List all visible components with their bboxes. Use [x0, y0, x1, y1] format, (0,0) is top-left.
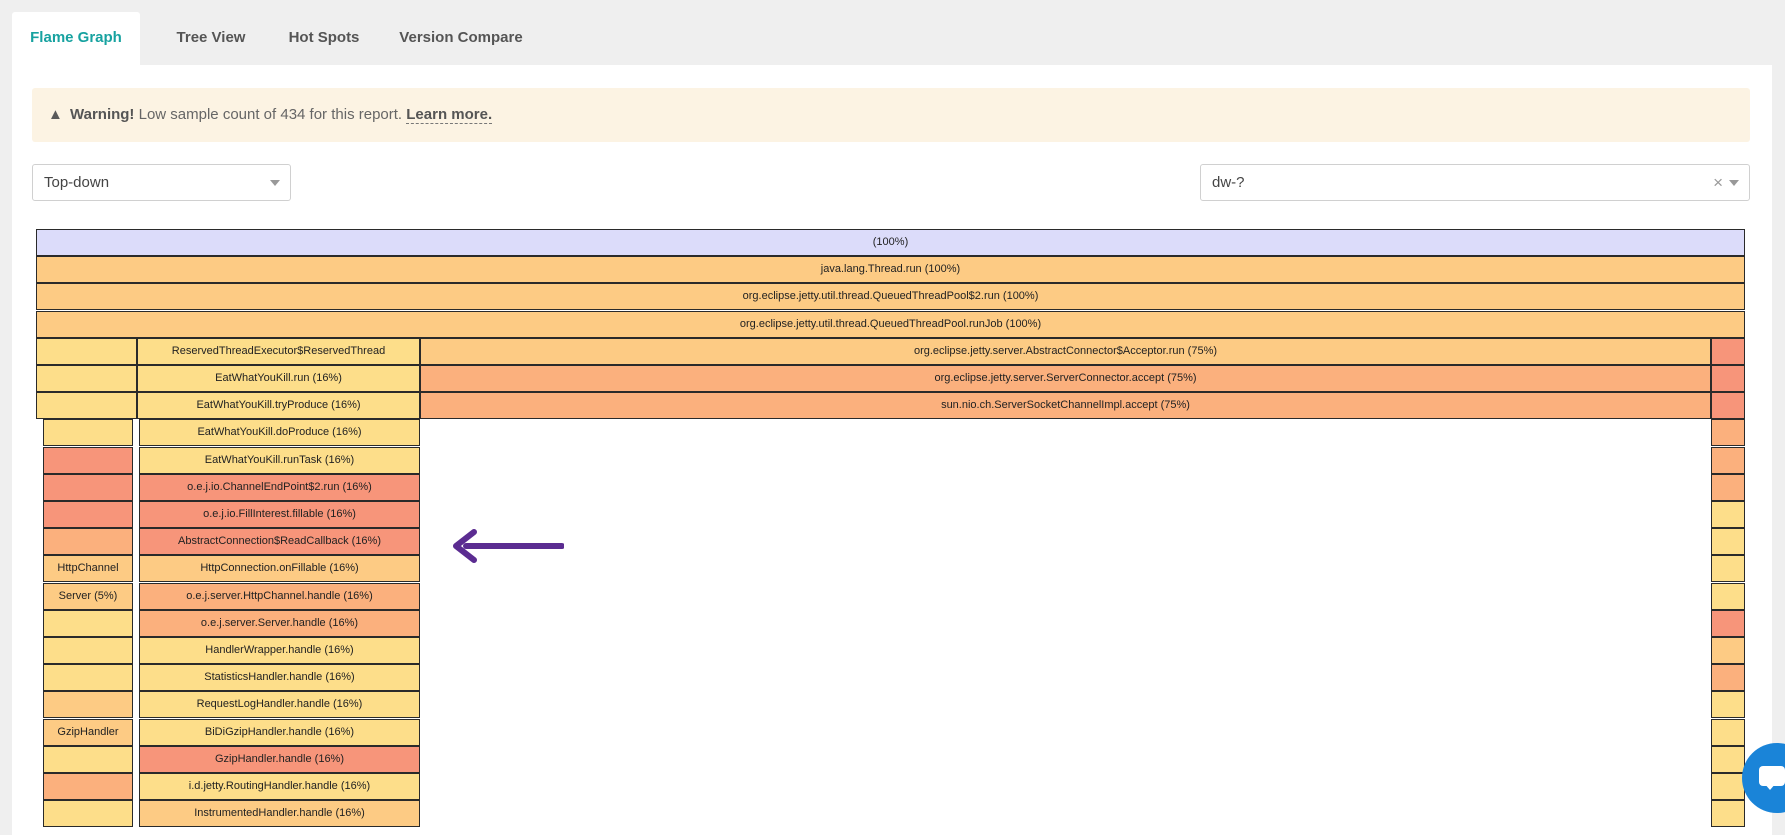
- flame-frame[interactable]: [36, 365, 137, 392]
- flame-frame[interactable]: EatWhatYouKill.doProduce (16%): [139, 419, 420, 446]
- flame-frame[interactable]: o.e.j.io.ChannelEndPoint$2.run (16%): [139, 474, 420, 501]
- flame-frame[interactable]: EatWhatYouKill.runTask (16%): [139, 447, 420, 474]
- flame-frame[interactable]: [1711, 555, 1745, 582]
- flame-frame[interactable]: Server (5%): [43, 583, 133, 610]
- flame-frame[interactable]: ReservedThreadExecutor$ReservedThread: [137, 338, 420, 365]
- flame-frame[interactable]: [1711, 419, 1745, 446]
- flame-frame[interactable]: [1711, 746, 1745, 773]
- annotation-arrow-icon: [453, 529, 564, 563]
- flame-frame[interactable]: org.eclipse.jetty.util.thread.QueuedThre…: [36, 311, 1745, 338]
- flame-frame[interactable]: HttpChannel: [43, 555, 133, 582]
- flame-frame[interactable]: HandlerWrapper.handle (16%): [139, 637, 420, 664]
- flame-frame[interactable]: [1711, 691, 1745, 718]
- flame-frame[interactable]: [36, 392, 137, 419]
- flame-frame[interactable]: [1711, 637, 1745, 664]
- flame-frame[interactable]: [1711, 528, 1745, 555]
- flame-graph: (100%) java.lang.Thread.run (100%) org.ecl…: [0, 0, 1785, 827]
- flame-frame[interactable]: [1711, 719, 1745, 746]
- flame-frame[interactable]: RequestLogHandler.handle (16%): [139, 691, 420, 718]
- flame-frame[interactable]: org.eclipse.jetty.server.ServerConnector…: [420, 365, 1711, 392]
- flame-frame[interactable]: [1711, 501, 1745, 528]
- flame-frame[interactable]: [1711, 392, 1745, 419]
- flame-frame[interactable]: [43, 419, 133, 446]
- flame-frame[interactable]: [1711, 583, 1745, 610]
- flame-frame[interactable]: org.eclipse.jetty.util.thread.QueuedThre…: [36, 283, 1745, 310]
- flame-frame[interactable]: [43, 691, 133, 718]
- flame-frame[interactable]: [43, 528, 133, 555]
- flame-frame[interactable]: [36, 338, 137, 365]
- flame-frame[interactable]: [1711, 365, 1745, 392]
- flame-frame[interactable]: GzipHandler.handle (16%): [139, 746, 420, 773]
- flame-frame[interactable]: [43, 664, 133, 691]
- flame-frame[interactable]: (100%): [36, 229, 1745, 256]
- flame-frame[interactable]: StatisticsHandler.handle (16%): [139, 664, 420, 691]
- flame-frame[interactable]: [43, 746, 133, 773]
- flame-frame[interactable]: AbstractConnection$ReadCallback (16%): [139, 528, 420, 555]
- flame-frame[interactable]: [43, 474, 133, 501]
- flame-frame[interactable]: [1711, 474, 1745, 501]
- flame-frame[interactable]: java.lang.Thread.run (100%): [36, 256, 1745, 283]
- flame-frame[interactable]: [1711, 800, 1745, 827]
- flame-frame[interactable]: [1711, 773, 1745, 800]
- flame-frame[interactable]: [43, 800, 133, 827]
- flame-frame[interactable]: i.d.jetty.RoutingHandler.handle (16%): [139, 773, 420, 800]
- flame-frame[interactable]: EatWhatYouKill.run (16%): [137, 365, 420, 392]
- flame-frame[interactable]: InstrumentedHandler.handle (16%): [139, 800, 420, 827]
- flame-frame[interactable]: [43, 447, 133, 474]
- flame-frame[interactable]: EatWhatYouKill.tryProduce (16%): [137, 392, 420, 419]
- flame-frame[interactable]: [1711, 664, 1745, 691]
- flame-frame[interactable]: [43, 610, 133, 637]
- flame-frame[interactable]: [1711, 447, 1745, 474]
- flame-frame[interactable]: sun.nio.ch.ServerSocketChannelImpl.accep…: [420, 392, 1711, 419]
- flame-frame[interactable]: BiDiGzipHandler.handle (16%): [139, 719, 420, 746]
- flame-frame[interactable]: o.e.j.io.FillInterest.fillable (16%): [139, 501, 420, 528]
- flame-frame[interactable]: o.e.j.server.Server.handle (16%): [139, 610, 420, 637]
- flame-frame[interactable]: GzipHandler: [43, 719, 133, 746]
- flame-frame[interactable]: [1711, 610, 1745, 637]
- flame-frame[interactable]: [1711, 338, 1745, 365]
- flame-frame[interactable]: HttpConnection.onFillable (16%): [139, 555, 420, 582]
- flame-frame[interactable]: [43, 637, 133, 664]
- flame-frame[interactable]: [43, 501, 133, 528]
- flame-frame[interactable]: [43, 773, 133, 800]
- flame-frame[interactable]: org.eclipse.jetty.server.AbstractConnect…: [420, 338, 1711, 365]
- flame-frame[interactable]: o.e.j.server.HttpChannel.handle (16%): [139, 583, 420, 610]
